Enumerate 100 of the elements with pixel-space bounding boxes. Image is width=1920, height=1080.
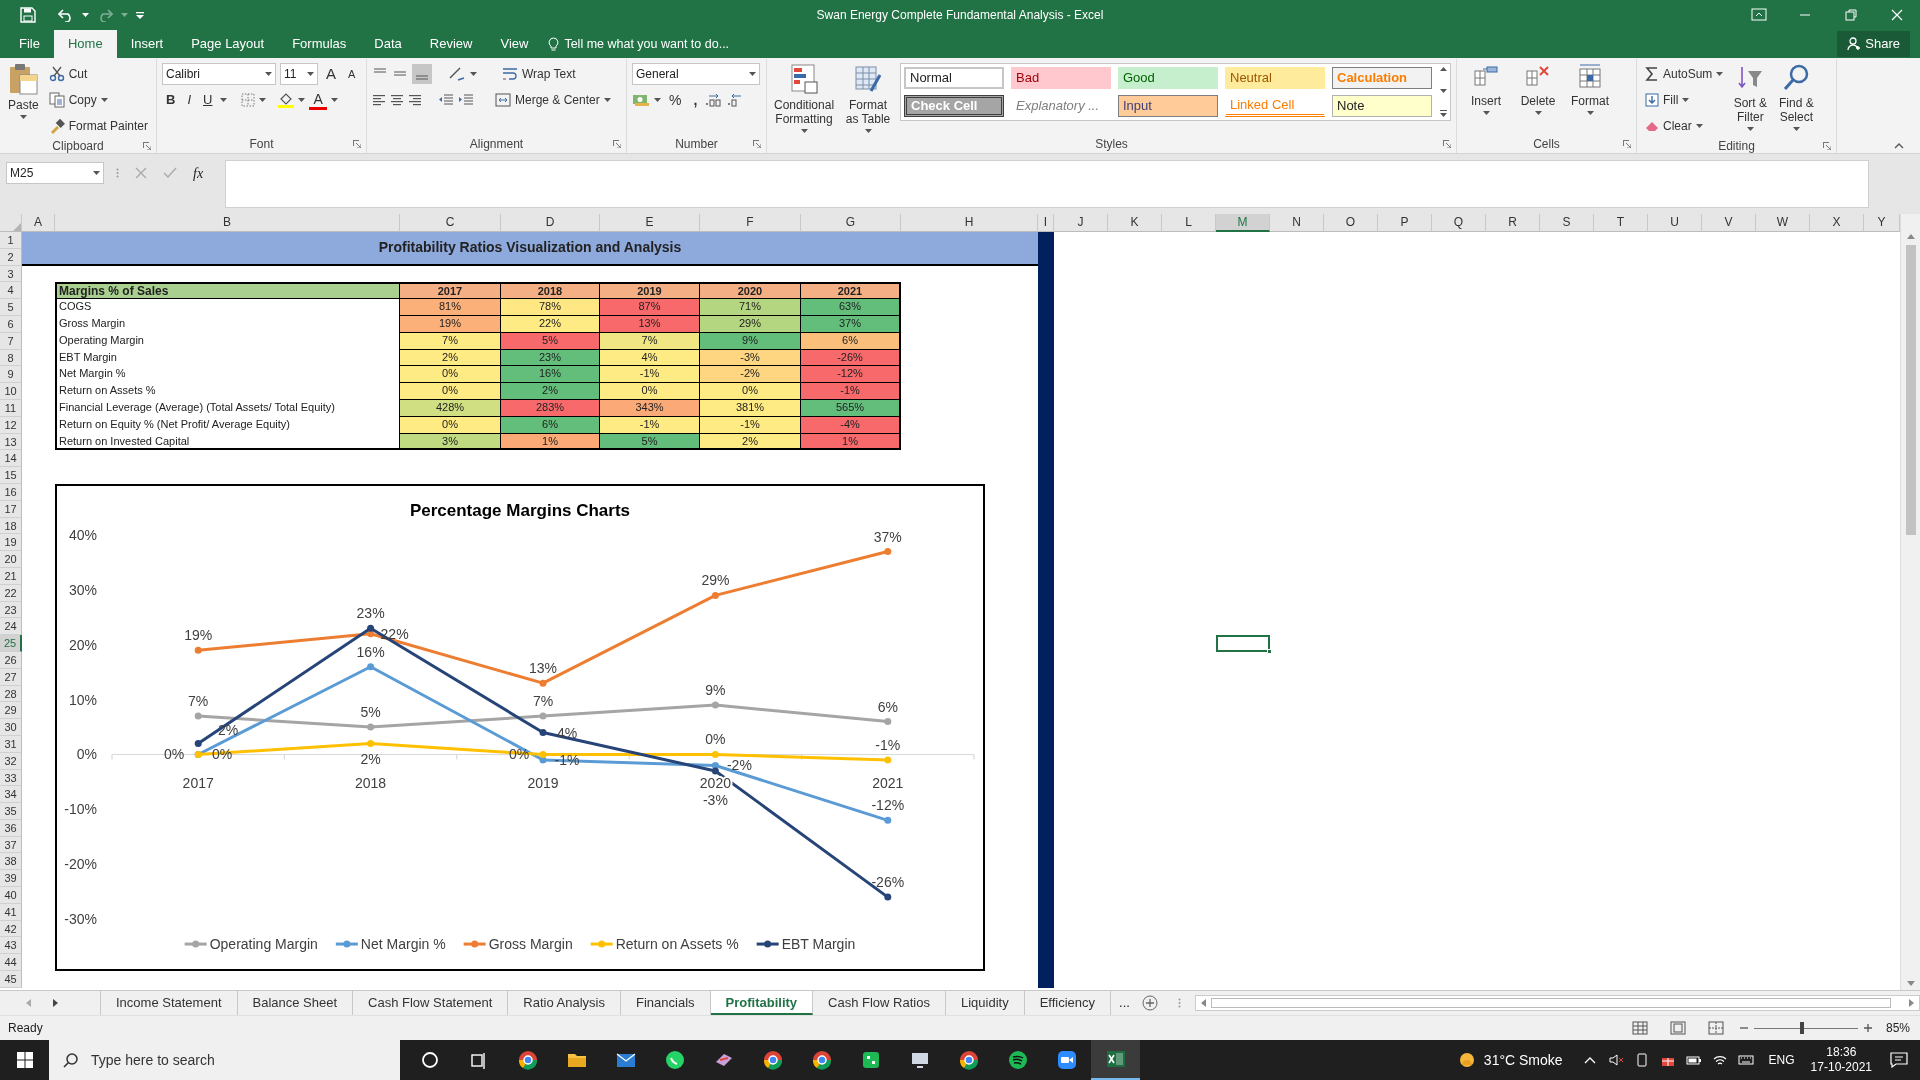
row-header[interactable]: 44 — [0, 954, 22, 972]
row-header[interactable]: 38 — [0, 853, 22, 871]
caret-icon[interactable] — [1534, 111, 1542, 115]
row-header[interactable]: 39 — [0, 870, 22, 888]
column-header[interactable]: V — [1702, 214, 1756, 232]
column-header[interactable]: B — [55, 214, 400, 232]
row-header[interactable]: 29 — [0, 702, 22, 720]
weather-text[interactable]: 31°C Smoke — [1483, 1049, 1563, 1071]
align-center-icon[interactable] — [390, 93, 404, 107]
insert-button[interactable]: Insert — [1462, 63, 1510, 135]
column-header[interactable]: E — [600, 214, 700, 232]
column-header[interactable]: K — [1108, 214, 1162, 232]
format-painter-button[interactable]: Format Painter — [45, 115, 151, 137]
chat-icon[interactable] — [664, 1050, 685, 1070]
scroll-thumb[interactable] — [1210, 998, 1891, 1008]
ribbon-tab[interactable]: Data — [360, 30, 416, 58]
scroll-up-icon[interactable] — [1906, 234, 1915, 239]
align-right-icon[interactable] — [408, 93, 422, 107]
row-header[interactable]: 10 — [0, 383, 22, 400]
caret-icon[interactable] — [1746, 127, 1754, 131]
ribbon-tab[interactable]: Page Layout — [177, 30, 279, 58]
scroll-up-icon[interactable] — [1440, 67, 1447, 71]
selected-cell[interactable] — [1216, 635, 1270, 652]
save-icon[interactable] — [20, 7, 36, 23]
row-header[interactable]: 34 — [0, 786, 22, 804]
browser-icon[interactable] — [958, 1050, 979, 1070]
column-header[interactable]: S — [1540, 214, 1594, 232]
search-field[interactable]: Type here to search — [49, 1040, 400, 1080]
cut-button[interactable]: Cut — [45, 63, 151, 85]
find-select-button[interactable]: Find & Select — [1774, 63, 1819, 137]
column-header[interactable]: P — [1378, 214, 1432, 232]
caret-icon[interactable] — [82, 13, 89, 17]
comma-button[interactable]: , — [689, 89, 702, 111]
more-icon[interactable] — [1440, 110, 1447, 117]
shrink-font-button[interactable]: A — [344, 63, 360, 85]
column-header[interactable]: T — [1594, 214, 1648, 232]
close-icon[interactable] — [1889, 7, 1905, 23]
language-indicator[interactable]: ENG — [1768, 1051, 1795, 1069]
spreadsheet-icon[interactable] — [1105, 1049, 1126, 1069]
collapse-ribbon-icon[interactable] — [1894, 143, 1904, 149]
column-header[interactable]: X — [1810, 214, 1864, 232]
font-size-field[interactable]: 11 — [280, 63, 318, 85]
increase-decimal-icon[interactable] — [705, 93, 724, 107]
underline-button[interactable]: U — [199, 89, 217, 111]
zoom-out-icon[interactable] — [1739, 1024, 1748, 1032]
column-header[interactable]: G — [801, 214, 901, 232]
speaker-muted-icon[interactable] — [1607, 1052, 1624, 1068]
row-header[interactable]: 20 — [0, 551, 22, 568]
video-camera-icon[interactable] — [1056, 1050, 1077, 1070]
percent-button[interactable]: % — [665, 89, 686, 111]
column-header[interactable]: Y — [1864, 214, 1900, 232]
row-header[interactable]: 4 — [0, 282, 22, 300]
caret-icon[interactable] — [1586, 111, 1594, 115]
caret-icon[interactable] — [470, 72, 477, 76]
column-header[interactable]: C — [400, 214, 501, 232]
increase-indent-icon[interactable] — [458, 93, 474, 107]
column-header[interactable]: D — [501, 214, 600, 232]
page-layout-icon[interactable] — [1669, 1021, 1686, 1035]
name-box[interactable]: M25 — [6, 162, 104, 184]
column-header[interactable]: U — [1648, 214, 1702, 232]
bold-button[interactable]: B — [162, 89, 180, 111]
notification-icon[interactable] — [1890, 1052, 1908, 1068]
caret-icon[interactable] — [259, 98, 267, 102]
row-header[interactable]: 25 — [0, 635, 22, 652]
font-color-button[interactable]: A — [309, 90, 327, 110]
conditional-formatting-button[interactable]: Conditional Formatting — [772, 63, 837, 135]
scroll-thumb[interactable] — [1905, 245, 1916, 535]
dialog-launcher-icon[interactable] — [353, 140, 361, 148]
row-header[interactable]: 5 — [0, 299, 22, 316]
cell-style[interactable]: Neutral — [1225, 67, 1325, 89]
cell-style[interactable]: Note — [1332, 95, 1432, 117]
dialog-launcher-icon[interactable] — [143, 142, 151, 150]
cell-style[interactable]: Good — [1118, 67, 1218, 89]
column-header[interactable]: R — [1486, 214, 1540, 232]
row-header[interactable]: 14 — [0, 450, 22, 468]
row-header[interactable]: 15 — [0, 467, 22, 484]
row-header[interactable]: 1 — [0, 232, 22, 249]
copy-button[interactable]: Copy — [45, 89, 151, 111]
clock-date[interactable]: 17-10-2021 — [1810, 1060, 1872, 1075]
next-sheet-icon[interactable] — [53, 999, 58, 1007]
column-header[interactable]: A — [22, 214, 55, 232]
caret-icon[interactable] — [800, 129, 808, 133]
align-left-icon[interactable] — [372, 93, 386, 107]
row-header[interactable]: 43 — [0, 937, 22, 955]
decrease-indent-icon[interactable] — [438, 93, 454, 107]
dialog-launcher-icon[interactable] — [1443, 140, 1451, 148]
row-header[interactable]: 9 — [0, 366, 22, 384]
scroll-down-icon[interactable] — [1906, 981, 1915, 986]
delete-button[interactable]: Delete — [1514, 63, 1562, 135]
caret-icon[interactable] — [100, 98, 108, 102]
column-header[interactable]: L — [1162, 214, 1216, 232]
dialog-launcher-icon[interactable] — [1823, 142, 1831, 150]
caret-icon[interactable] — [330, 98, 338, 102]
fill-button[interactable]: Fill — [1642, 89, 1727, 111]
format-as-table-button[interactable]: Format as Table — [840, 63, 896, 135]
caret-icon[interactable] — [1482, 111, 1490, 115]
more-sheets-button[interactable]: ... — [1111, 993, 1138, 1013]
clock-time[interactable]: 18:36 — [1826, 1045, 1857, 1060]
undo-icon[interactable] — [58, 8, 74, 22]
italic-button[interactable]: I — [183, 89, 195, 111]
